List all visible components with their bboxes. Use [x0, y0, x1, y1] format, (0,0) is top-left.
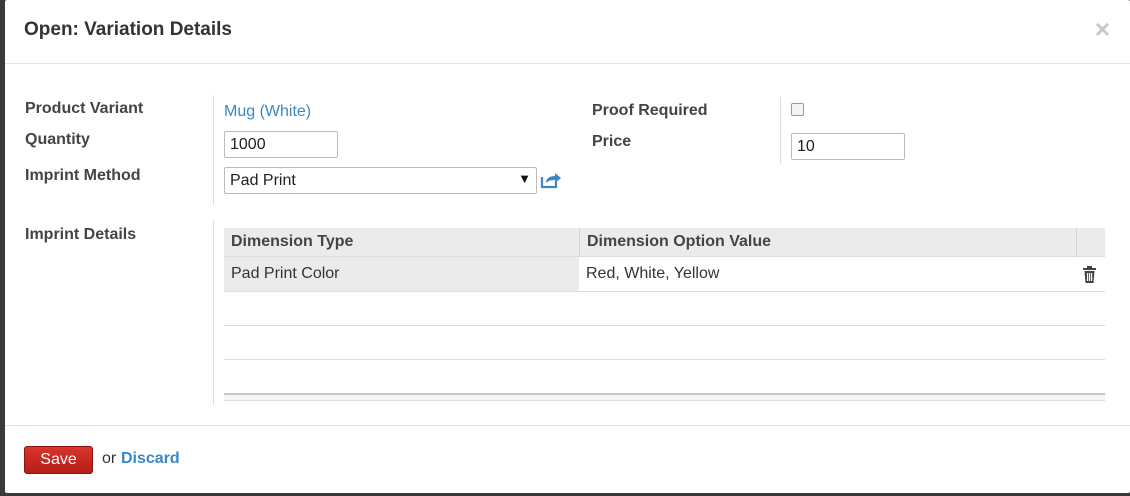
discard-link[interactable]: Discard — [121, 450, 180, 468]
external-link-icon[interactable] — [540, 171, 562, 194]
product-variant-label: Product Variant — [25, 100, 144, 117]
modal-header: Open: Variation Details × — [5, 0, 1130, 64]
or-text: or — [102, 450, 117, 467]
proof-required-checkbox[interactable] — [791, 103, 804, 116]
column-header-dimension-option-value[interactable]: Dimension Option Value — [587, 233, 771, 251]
modal-title: Open: Variation Details — [24, 19, 232, 40]
empty-row — [224, 292, 1105, 326]
column-header-dimension-type[interactable]: Dimension Type — [231, 233, 353, 251]
quantity-label: Quantity — [25, 131, 90, 148]
modal-footer: Save or Discard — [5, 425, 1130, 493]
grid-header: Dimension Type Dimension Option Value — [224, 228, 1105, 257]
price-field[interactable] — [791, 133, 905, 160]
column-separator — [1076, 228, 1077, 257]
quantity-field[interactable] — [224, 131, 338, 158]
imprint-method-select[interactable]: Pad Print ▼ — [224, 167, 537, 194]
dimension-type-cell: Pad Print Color — [231, 265, 340, 282]
grid-footer-bar — [224, 393, 1105, 401]
imprint-method-selected: Pad Print — [230, 172, 296, 189]
dropdown-arrow-icon: ▼ — [518, 171, 531, 186]
field-divider-right — [780, 97, 781, 164]
product-variant-link[interactable]: Mug (White) — [224, 103, 311, 121]
price-label: Price — [592, 133, 632, 150]
variation-details-dialog: Open: Variation Details × Product Varian… — [5, 0, 1130, 493]
imprint-method-label: Imprint Method — [25, 167, 141, 184]
proof-required-label: Proof Required — [592, 102, 708, 119]
column-separator — [579, 228, 580, 257]
imprint-details-divider — [213, 220, 214, 405]
dimension-value-cell: Red, White, Yellow — [586, 265, 720, 282]
save-button[interactable]: Save — [24, 446, 93, 474]
field-divider — [213, 95, 214, 205]
table-row[interactable]: Pad Print Color Red, White, Yellow — [224, 257, 1105, 292]
close-icon[interactable]: × — [1095, 14, 1110, 44]
trash-icon[interactable] — [1083, 266, 1096, 288]
empty-row — [224, 326, 1105, 360]
imprint-details-label: Imprint Details — [25, 226, 137, 243]
